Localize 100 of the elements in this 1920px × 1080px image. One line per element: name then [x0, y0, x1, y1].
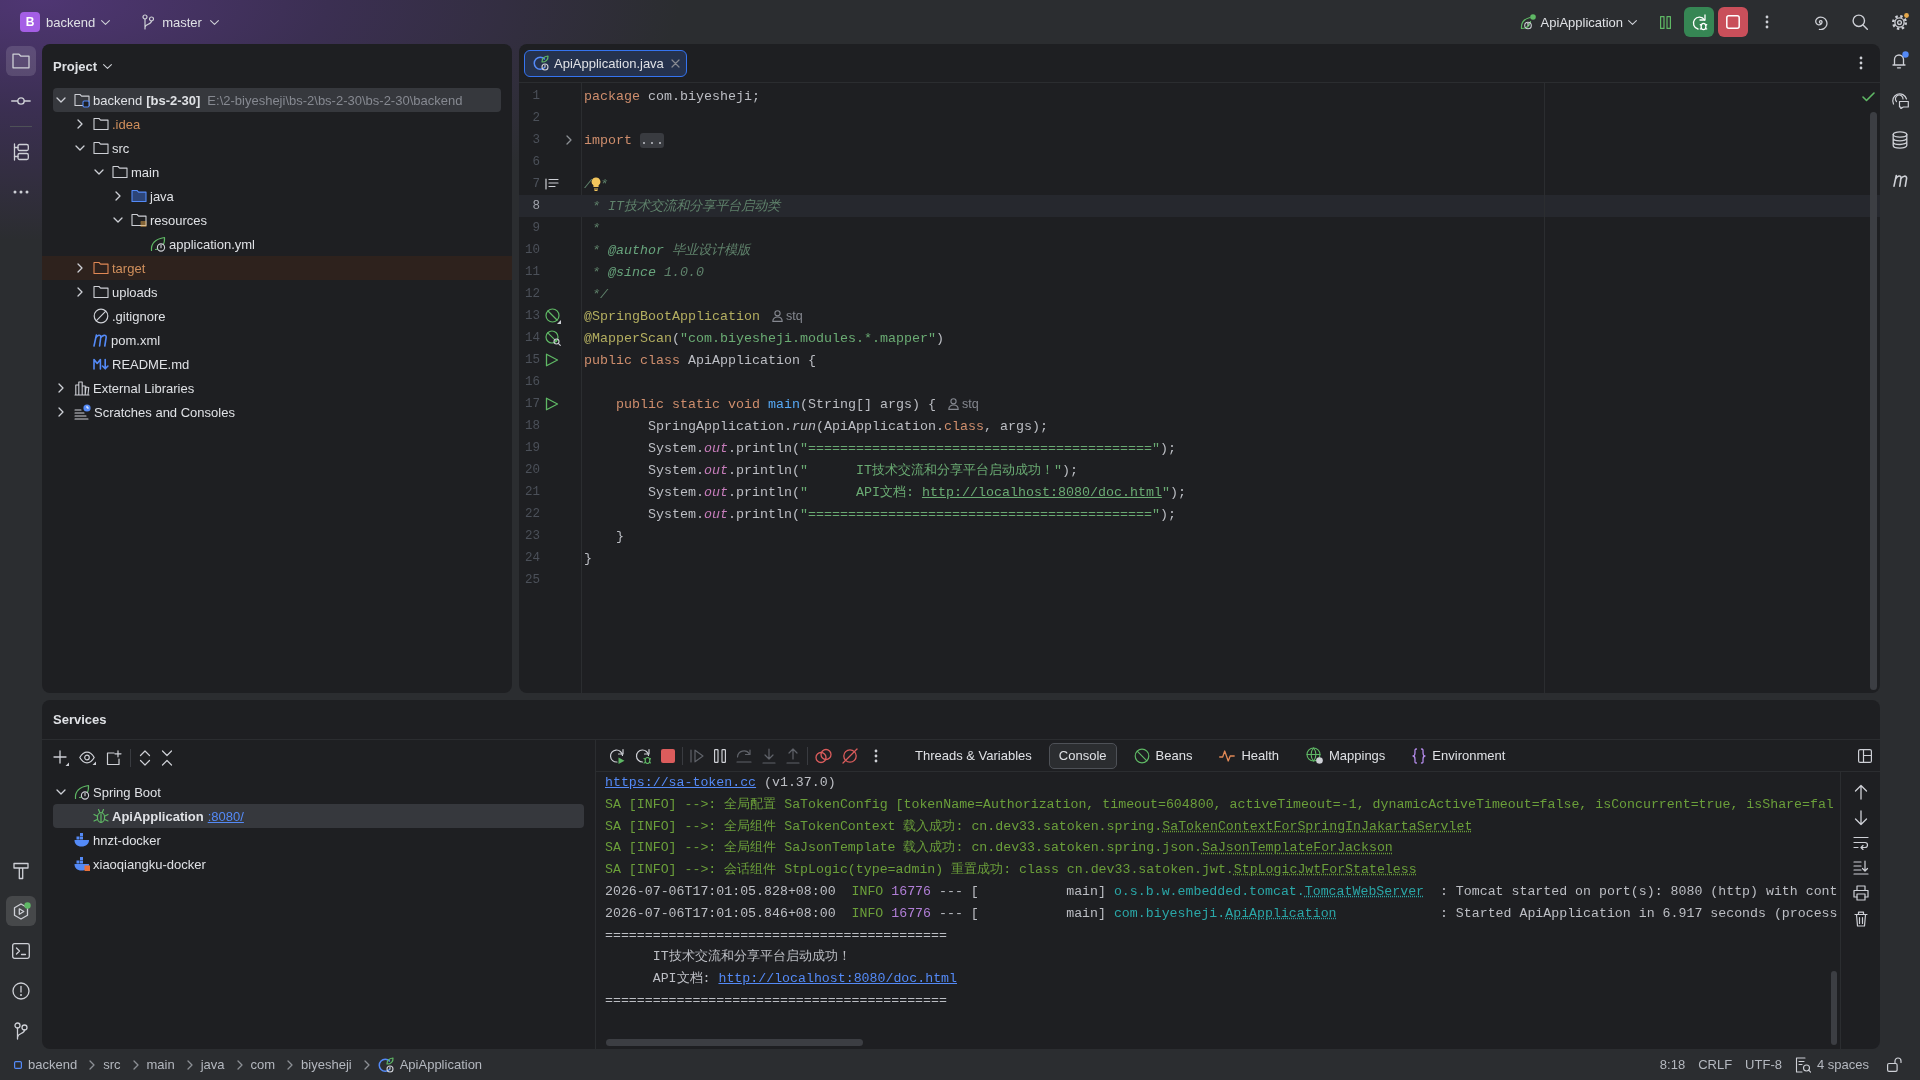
tree-item[interactable]: application.yml — [42, 232, 512, 256]
scroll-to-end-icon[interactable] — [1852, 860, 1869, 875]
stop-icon[interactable] — [661, 748, 675, 763]
pause-icon[interactable] — [714, 748, 726, 763]
breadcrumb[interactable]: java — [200, 1057, 225, 1072]
console-tab[interactable]: Console — [1048, 742, 1117, 769]
bean-icon[interactable] — [545, 308, 561, 324]
down-arrow-icon[interactable] — [1853, 810, 1868, 826]
slashed-breakpoint-icon[interactable] — [842, 747, 858, 764]
editor-tab[interactable]: ApiApplication.java — [524, 49, 687, 77]
chevron-right-icon[interactable] — [566, 135, 572, 145]
breadcrumb[interactable]: ApiApplication — [377, 1056, 483, 1073]
run-icon[interactable] — [545, 353, 559, 367]
layout-icon[interactable] — [1858, 748, 1872, 763]
soft-wrap-icon[interactable] — [1852, 836, 1869, 850]
print-icon[interactable] — [1852, 885, 1869, 901]
tree-item[interactable]: java — [42, 184, 512, 208]
bean-search-icon[interactable] — [545, 330, 561, 346]
port-link[interactable]: :8080/ — [207, 808, 244, 824]
restart-debug-button[interactable] — [1684, 7, 1714, 37]
tree-item[interactable]: README.md — [42, 352, 512, 376]
chevron-right-icon[interactable] — [77, 287, 83, 297]
scrollbar-thumb[interactable] — [606, 1039, 863, 1046]
tree-item[interactable]: resources — [42, 208, 512, 232]
tree-item[interactable]: External Libraries — [42, 376, 512, 400]
tree-item[interactable]: target — [42, 256, 512, 280]
class-link[interactable]: StpLogicJwtForStateless — [1233, 862, 1417, 878]
add-icon[interactable] — [53, 750, 69, 766]
breadcrumb[interactable]: com — [250, 1057, 276, 1072]
console-tab[interactable]: Health — [1209, 742, 1289, 769]
class-link[interactable]: SaJsonTemplateForJackson — [1202, 840, 1393, 856]
link[interactable]: https://sa-token.cc — [605, 775, 757, 790]
breadcrumb[interactable]: biyesheji — [301, 1057, 352, 1072]
breadcrumb[interactable]: src — [103, 1057, 121, 1072]
scrollbar-thumb[interactable] — [1870, 112, 1877, 690]
tree-item[interactable]: ApiApplication :8080/ — [53, 804, 584, 828]
console-tab[interactable]: Mappings — [1296, 742, 1396, 769]
trash-icon[interactable] — [1853, 911, 1868, 927]
pause-icon[interactable] — [1660, 15, 1671, 29]
file-encoding[interactable]: UTF-8 — [1745, 1057, 1782, 1072]
view-selector[interactable]: Project — [53, 58, 113, 74]
console-tab[interactable]: Environment — [1402, 742, 1516, 769]
class-link[interactable]: ApiApplication — [1225, 905, 1337, 921]
run-config-selector[interactable]: ApiApplication — [1519, 8, 1637, 36]
tree-item[interactable]: xiaoqiangku-docker — [42, 852, 595, 876]
chevron-right-icon[interactable] — [77, 263, 83, 273]
new-tab-icon[interactable] — [106, 750, 122, 766]
console-tab[interactable]: Threads & Variables — [905, 742, 1042, 769]
breadcrumb[interactable]: backend — [14, 1057, 78, 1072]
rerun-bug-icon[interactable] — [635, 747, 651, 764]
chevron-down-icon[interactable] — [94, 169, 104, 175]
chevron-down-icon[interactable] — [75, 145, 85, 151]
close-icon[interactable] — [670, 58, 680, 68]
chevron-right-icon[interactable] — [58, 383, 64, 393]
breakpoints-icon[interactable] — [815, 747, 832, 764]
author-hint[interactable]: stq — [771, 309, 803, 323]
line-separator[interactable]: CRLF — [1698, 1057, 1733, 1072]
tool-window-button[interactable] — [6, 896, 36, 926]
rerun-icon[interactable] — [609, 747, 625, 764]
chevron-right-icon[interactable] — [77, 119, 83, 129]
chevron-down-icon[interactable] — [56, 789, 66, 795]
run-icon[interactable] — [545, 397, 559, 411]
search-icon[interactable] — [1852, 14, 1868, 30]
more-icon[interactable] — [1765, 15, 1769, 29]
more-icon[interactable] — [1859, 56, 1863, 70]
spiral-icon[interactable] — [1812, 14, 1829, 30]
chevron-down-icon[interactable] — [113, 217, 123, 223]
expand-all-icon[interactable] — [139, 750, 151, 766]
link[interactable]: http://localhost:8080/doc.html — [718, 971, 957, 987]
tree-item[interactable]: pom.xml — [42, 328, 512, 352]
author-hint[interactable]: stq — [947, 397, 979, 411]
collapse-all-icon[interactable] — [161, 750, 173, 766]
tree-item[interactable]: main — [42, 160, 512, 184]
doc-lines-icon[interactable] — [545, 178, 559, 190]
scrollbar-thumb[interactable] — [1831, 971, 1837, 1045]
tree-item[interactable]: .gitignore — [42, 304, 512, 328]
console-tab[interactable]: Beans — [1123, 742, 1203, 769]
tree-item[interactable]: backend [bs-2-30] E:\2-biyesheji\bs-2\bs-2-30\bs-2-30\backend — [53, 88, 501, 112]
caret-position[interactable]: 8:18 — [1659, 1057, 1686, 1072]
class-link[interactable]: SaTokenContextForSpringInJakartaServlet — [1162, 818, 1473, 834]
bulb-icon[interactable] — [591, 177, 601, 191]
tree-item[interactable]: .idea — [42, 112, 512, 136]
stop-button[interactable] — [1718, 7, 1748, 37]
chevron-right-icon[interactable] — [115, 191, 121, 201]
indent-setting[interactable]: 4 spaces — [1794, 1056, 1869, 1073]
settings-icon[interactable] — [1891, 13, 1909, 31]
chevron-right-icon[interactable] — [58, 407, 64, 417]
breadcrumb[interactable]: main — [146, 1057, 175, 1072]
url-link[interactable]: http://localhost:8080/doc.html — [921, 485, 1162, 500]
branch-selector[interactable]: master — [142, 8, 219, 36]
workspace-selector[interactable]: backend — [46, 8, 111, 36]
tree-item[interactable]: src — [42, 136, 512, 160]
more-icon[interactable] — [874, 748, 878, 763]
tree-item[interactable]: uploads — [42, 280, 512, 304]
unlocked-icon[interactable] — [1887, 1057, 1902, 1072]
class-link[interactable]: TomcatWebServer — [1304, 884, 1425, 899]
tree-item[interactable]: hnzt-docker — [42, 828, 595, 852]
chevron-down-icon[interactable] — [56, 97, 66, 103]
up-arrow-icon[interactable] — [1853, 784, 1868, 800]
eye-icon[interactable] — [79, 751, 96, 765]
